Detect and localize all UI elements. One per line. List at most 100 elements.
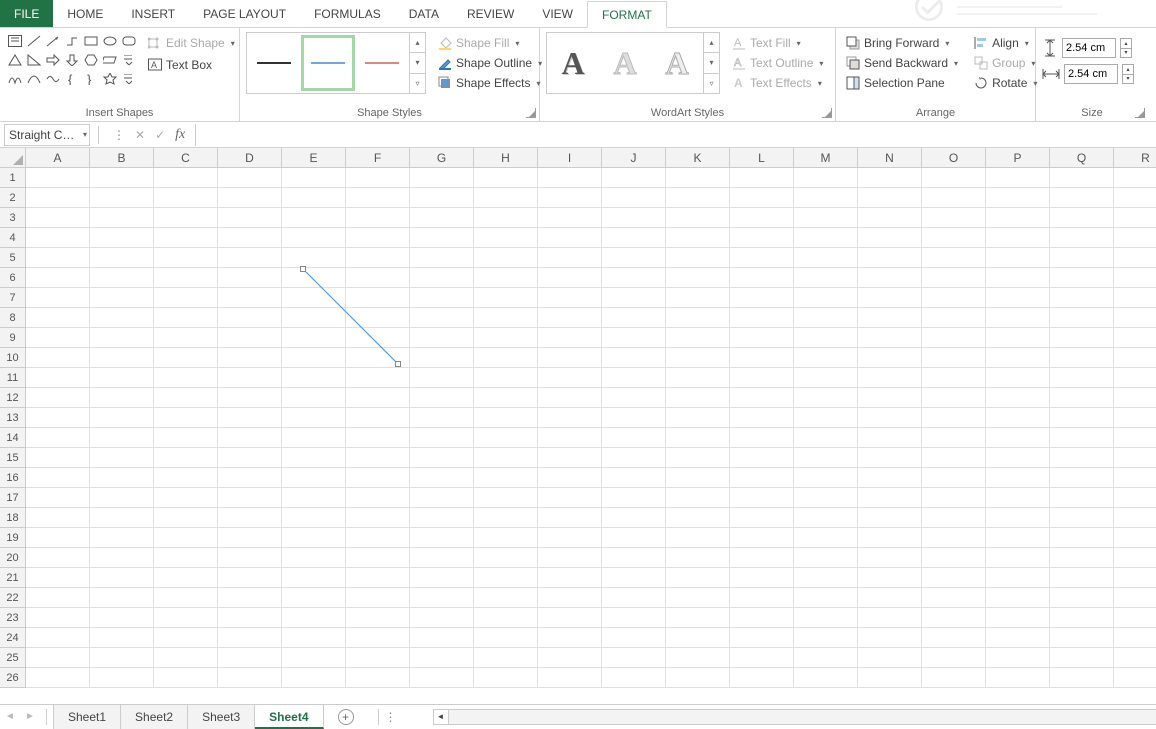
cell[interactable] [858, 308, 922, 328]
cell[interactable] [858, 228, 922, 248]
row-header[interactable]: 12 [0, 388, 26, 408]
cell[interactable] [1050, 228, 1114, 248]
cell[interactable] [346, 228, 410, 248]
cell[interactable] [602, 588, 666, 608]
cell[interactable] [1114, 368, 1156, 388]
cell[interactable] [1114, 548, 1156, 568]
sheet-tab[interactable]: Sheet3 [188, 705, 255, 729]
cell[interactable] [218, 608, 282, 628]
cell[interactable] [730, 168, 794, 188]
cell[interactable] [218, 408, 282, 428]
cell[interactable] [26, 248, 90, 268]
cell[interactable] [1114, 308, 1156, 328]
cell[interactable] [282, 188, 346, 208]
column-headers[interactable]: ABCDEFGHIJKLMNOPQR [0, 148, 1156, 168]
cell[interactable] [538, 428, 602, 448]
name-box[interactable]: Straight C… ▾ [4, 124, 90, 146]
cell[interactable] [1050, 448, 1114, 468]
cell[interactable] [346, 428, 410, 448]
cell[interactable] [986, 548, 1050, 568]
cell[interactable] [858, 168, 922, 188]
shape-arrow-right-icon[interactable] [44, 51, 62, 69]
gallery-spinner[interactable]: ▴▾▿ [409, 33, 425, 93]
row-header[interactable]: 1 [0, 168, 26, 188]
cell[interactable] [1050, 488, 1114, 508]
cell[interactable] [538, 228, 602, 248]
cell[interactable] [730, 528, 794, 548]
column-header[interactable]: D [218, 148, 282, 168]
cell[interactable] [538, 608, 602, 628]
cell[interactable] [858, 588, 922, 608]
cell[interactable] [1114, 188, 1156, 208]
cell[interactable] [154, 488, 218, 508]
cell[interactable] [1114, 448, 1156, 468]
cell[interactable] [538, 268, 602, 288]
cell[interactable] [794, 648, 858, 668]
cell[interactable] [474, 388, 538, 408]
cell[interactable] [666, 348, 730, 368]
cell[interactable] [1050, 648, 1114, 668]
shapes-gallery[interactable]: { } [6, 32, 138, 88]
cell[interactable] [410, 508, 474, 528]
cell[interactable] [1114, 208, 1156, 228]
cell[interactable] [602, 228, 666, 248]
cell[interactable] [922, 368, 986, 388]
cell[interactable] [538, 628, 602, 648]
cell[interactable] [538, 488, 602, 508]
fx-icon[interactable]: fx [175, 127, 185, 143]
shape-outline-button[interactable]: Shape Outline▾ [434, 54, 546, 72]
cell[interactable] [794, 228, 858, 248]
cell[interactable] [922, 668, 986, 688]
cell[interactable] [218, 648, 282, 668]
cell[interactable] [794, 288, 858, 308]
cell[interactable] [282, 228, 346, 248]
shape-roundrect-icon[interactable] [120, 32, 138, 50]
cell[interactable] [858, 428, 922, 448]
cell[interactable] [410, 648, 474, 668]
cell[interactable] [410, 548, 474, 568]
cell[interactable] [90, 628, 154, 648]
cell[interactable] [218, 468, 282, 488]
cell[interactable] [282, 388, 346, 408]
sheet-nav-prev[interactable]: ◄ [0, 711, 20, 722]
row-header[interactable]: 16 [0, 468, 26, 488]
cell[interactable] [346, 188, 410, 208]
cell[interactable] [602, 608, 666, 628]
cell[interactable] [666, 308, 730, 328]
cell[interactable] [474, 628, 538, 648]
column-header[interactable]: Q [1050, 148, 1114, 168]
row-header[interactable]: 2 [0, 188, 26, 208]
cell[interactable] [858, 348, 922, 368]
cell[interactable] [602, 568, 666, 588]
cell[interactable] [538, 248, 602, 268]
edit-shape-button[interactable]: Edit Shape▾ [144, 34, 239, 52]
cell[interactable] [410, 488, 474, 508]
cell[interactable] [410, 188, 474, 208]
cell[interactable] [730, 568, 794, 588]
shape-fill-button[interactable]: Shape Fill▾ [434, 34, 546, 52]
shape-rbrace-icon[interactable]: } [82, 70, 100, 88]
shape-flowchart-icon[interactable] [101, 51, 119, 69]
row-header[interactable]: 25 [0, 648, 26, 668]
cell[interactable] [730, 548, 794, 568]
cell[interactable] [666, 428, 730, 448]
gallery-up-icon[interactable]: ▴ [704, 33, 719, 53]
cell[interactable] [474, 228, 538, 248]
cell[interactable] [922, 648, 986, 668]
cell[interactable] [858, 268, 922, 288]
cell[interactable] [1050, 468, 1114, 488]
cell[interactable] [730, 388, 794, 408]
cell[interactable] [282, 568, 346, 588]
cell[interactable] [666, 548, 730, 568]
cell[interactable] [794, 168, 858, 188]
tab-review[interactable]: REVIEW [453, 0, 528, 27]
gallery-up-icon[interactable]: ▴ [410, 33, 425, 53]
scroll-track[interactable] [449, 709, 1156, 725]
cell[interactable] [1050, 428, 1114, 448]
cell[interactable] [410, 288, 474, 308]
cell[interactable] [922, 468, 986, 488]
shape-oval-icon[interactable] [101, 32, 119, 50]
cell[interactable] [90, 428, 154, 448]
cell[interactable] [538, 528, 602, 548]
cell[interactable] [858, 608, 922, 628]
